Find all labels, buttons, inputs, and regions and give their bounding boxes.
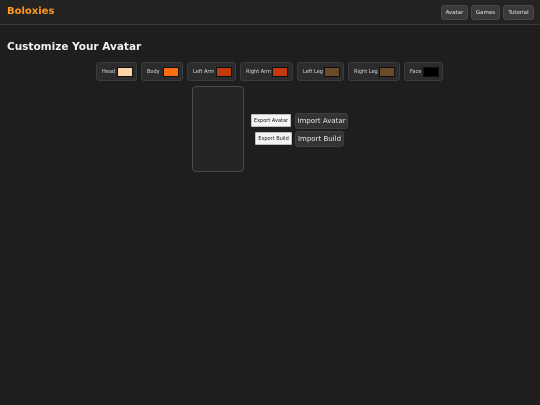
part-label: Left Leg	[303, 68, 323, 75]
part-label: Body	[147, 68, 160, 75]
color-swatch[interactable]	[423, 67, 439, 77]
nav-tutorial-button[interactable]: Tutorial	[503, 5, 534, 20]
import-build-button[interactable]: Import Build	[295, 131, 344, 147]
part-right-arm[interactable]: Right Arm	[240, 62, 293, 81]
part-left-leg[interactable]: Left Leg	[297, 62, 344, 81]
nav-avatar-button[interactable]: Avatar	[441, 5, 468, 20]
part-face[interactable]: Face	[404, 62, 443, 81]
export-avatar-button[interactable]: Export Avatar	[251, 114, 291, 127]
part-label: Head	[102, 68, 116, 75]
page-title: Customize Your Avatar	[7, 41, 142, 53]
avatar-preview	[192, 86, 244, 172]
part-right-leg[interactable]: Right Leg	[348, 62, 400, 81]
color-swatch[interactable]	[117, 67, 133, 77]
import-avatar-button[interactable]: Import Avatar	[295, 113, 348, 129]
export-build-button[interactable]: Export Build	[255, 132, 292, 145]
part-head[interactable]: Head	[96, 62, 137, 81]
part-label: Left Arm	[193, 68, 215, 75]
part-left-arm[interactable]: Left Arm	[187, 62, 236, 81]
color-swatch[interactable]	[216, 67, 232, 77]
part-label: Right Arm	[246, 68, 272, 75]
part-label: Face	[410, 68, 422, 75]
brand-logo[interactable]: Boloxies	[7, 6, 54, 17]
part-label: Right Leg	[354, 68, 378, 75]
part-body[interactable]: Body	[141, 62, 183, 81]
color-swatch[interactable]	[324, 67, 340, 77]
color-swatch[interactable]	[379, 67, 395, 77]
color-swatch[interactable]	[163, 67, 179, 77]
color-swatch[interactable]	[272, 67, 288, 77]
top-navbar: Boloxies Avatar Games Tutorial	[0, 0, 540, 25]
nav-games-button[interactable]: Games	[471, 5, 500, 20]
